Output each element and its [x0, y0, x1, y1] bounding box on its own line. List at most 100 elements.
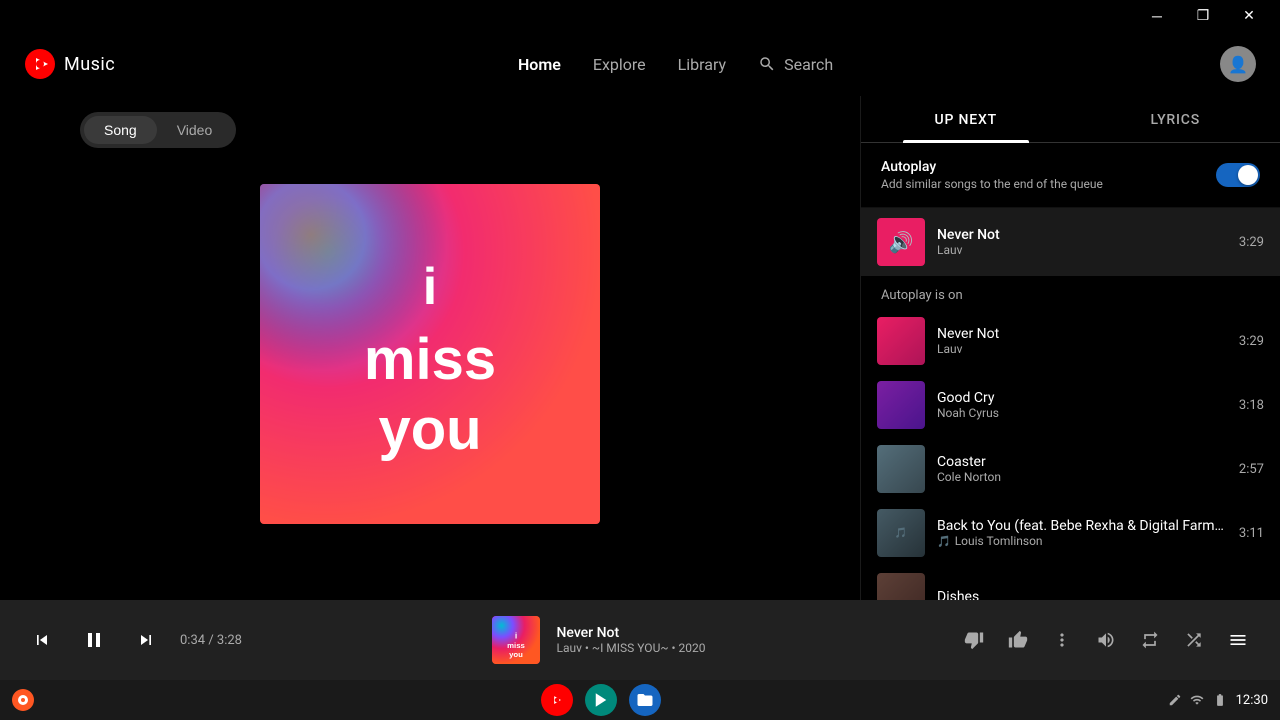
- right-tabs: UP NEXT LYRICS: [861, 96, 1280, 143]
- close-button[interactable]: ✕: [1226, 0, 1272, 32]
- wifi-icon: [1190, 693, 1204, 707]
- pen-icon: [1168, 693, 1182, 707]
- ytmusic-taskbar-icon: [548, 691, 566, 709]
- speaker-icon: 🔊: [889, 230, 914, 254]
- main-nav: Home Explore Library Search: [155, 55, 1196, 74]
- dislike-button[interactable]: [956, 622, 992, 658]
- song-video-toggle: Song Video: [80, 112, 236, 148]
- volume-button[interactable]: [1088, 622, 1124, 658]
- autoplay-info: Autoplay Add similar songs to the end of…: [881, 159, 1103, 191]
- now-playing-row: 🔊 Never Not Lauv 3:29: [861, 208, 1280, 276]
- queue-info-4: Back to You (feat. Bebe Rexha & Digital …: [937, 518, 1227, 548]
- like-button[interactable]: [1000, 622, 1036, 658]
- files-taskbar-icon: [636, 691, 654, 709]
- now-playing-duration: 3:29: [1239, 235, 1264, 250]
- taskbar: 12:30: [0, 680, 1280, 720]
- start-button[interactable]: [12, 689, 34, 711]
- maximize-button[interactable]: ❐: [1180, 0, 1226, 32]
- thumbs-down-icon: [964, 630, 984, 650]
- now-playing-artist: Lauv: [937, 243, 1227, 257]
- nav-home[interactable]: Home: [518, 55, 561, 74]
- previous-icon: [32, 630, 52, 650]
- pause-icon: [82, 628, 106, 652]
- taskbar-left: [12, 689, 34, 711]
- queue-title-4: Back to You (feat. Bebe Rexha & Digital …: [937, 518, 1227, 534]
- more-options-button[interactable]: [1044, 622, 1080, 658]
- queue-thumb-1: [877, 317, 925, 365]
- minimize-button[interactable]: ─: [1134, 0, 1180, 32]
- video-toggle-button[interactable]: Video: [157, 116, 233, 144]
- next-button[interactable]: [128, 622, 164, 658]
- repeat-button[interactable]: [1132, 622, 1168, 658]
- right-panel: UP NEXT LYRICS Autoplay Add similar song…: [860, 96, 1280, 640]
- left-panel: Song Video: [0, 96, 860, 640]
- shuffle-icon: [1184, 630, 1204, 650]
- queue-item-2[interactable]: Good Cry Noah Cyrus 3:18: [861, 373, 1280, 437]
- taskbar-files[interactable]: [629, 684, 661, 716]
- track-thumbnail: i miss you: [492, 616, 540, 664]
- time-separator: /: [208, 633, 217, 648]
- queue-thumb-2: [877, 381, 925, 429]
- nav-explore[interactable]: Explore: [593, 55, 646, 74]
- main-content: Song Video: [0, 96, 1280, 640]
- repeat-icon: [1140, 630, 1160, 650]
- previous-button[interactable]: [24, 622, 60, 658]
- queue-item-3[interactable]: Coaster Cole Norton 2:57: [861, 437, 1280, 501]
- taskbar-ytmusic[interactable]: [541, 684, 573, 716]
- taskbar-play[interactable]: [585, 684, 617, 716]
- clock: 12:30: [1236, 693, 1268, 708]
- youtube-music-logo-icon: [24, 48, 56, 80]
- album-art: i miss you: [260, 184, 600, 524]
- search-icon: [758, 55, 776, 73]
- titlebar: ─ ❐ ✕: [0, 0, 1280, 32]
- current-time: 0:34: [180, 633, 205, 648]
- autoplay-row: Autoplay Add similar songs to the end of…: [861, 143, 1280, 208]
- toggle-knob: [1238, 165, 1258, 185]
- pause-button[interactable]: [76, 622, 112, 658]
- queue-title-2: Good Cry: [937, 390, 1227, 406]
- queue-duration-2: 3:18: [1239, 398, 1264, 413]
- track-text: Never Not Lauv • ~I MISS YOU~ • 2020: [556, 625, 705, 655]
- more-vert-icon: [1052, 630, 1072, 650]
- header: Music Home Explore Library Search 👤: [0, 32, 1280, 96]
- nav-search[interactable]: Search: [758, 55, 833, 74]
- next-icon: [136, 630, 156, 650]
- tab-up-next[interactable]: UP NEXT: [861, 96, 1071, 142]
- queue-title-3: Coaster: [937, 454, 1227, 470]
- time-display: 0:34 / 3:28: [180, 633, 242, 648]
- queue-item-1[interactable]: Never Not Lauv 3:29: [861, 309, 1280, 373]
- track-thumb-image: i miss you: [492, 616, 540, 664]
- queue-icon: [1228, 630, 1248, 650]
- battery-icon: [1212, 693, 1228, 707]
- now-playing-title: Never Not: [937, 227, 1227, 243]
- logo[interactable]: Music: [24, 48, 115, 80]
- queue-artist-3: Cole Norton: [937, 470, 1227, 484]
- queue-artist-4: 🎵 Louis Tomlinson: [937, 534, 1227, 548]
- taskbar-center: [541, 684, 661, 716]
- circle-dot-icon: [17, 694, 29, 706]
- queue-info-1: Never Not Lauv: [937, 326, 1227, 356]
- nav-library[interactable]: Library: [678, 55, 726, 74]
- queue-thumb-3: [877, 445, 925, 493]
- avatar[interactable]: 👤: [1220, 46, 1256, 82]
- svg-text:miss: miss: [508, 641, 526, 650]
- play-taskbar-icon: [592, 691, 610, 709]
- player-controls: 0:34 / 3:28: [24, 622, 242, 658]
- queue-content: Autoplay Add similar songs to the end of…: [861, 143, 1280, 640]
- svg-text:i: i: [515, 631, 517, 641]
- shuffle-button[interactable]: [1176, 622, 1212, 658]
- queue-duration-1: 3:29: [1239, 334, 1264, 349]
- search-label: Search: [784, 55, 833, 74]
- player-actions: [956, 622, 1256, 658]
- svg-text:you: you: [510, 650, 524, 659]
- queue-item-4[interactable]: 🎵 Back to You (feat. Bebe Rexha & Digita…: [861, 501, 1280, 565]
- tab-lyrics[interactable]: LYRICS: [1071, 96, 1280, 142]
- track-info-bar: i miss you Never Not Lauv • ~I MISS YOU~…: [258, 616, 940, 664]
- autoplay-toggle[interactable]: [1216, 163, 1260, 187]
- queue-artist-1: Lauv: [937, 342, 1227, 356]
- queue-info-3: Coaster Cole Norton: [937, 454, 1227, 484]
- song-toggle-button[interactable]: Song: [84, 116, 157, 144]
- queue-info-2: Good Cry Noah Cyrus: [937, 390, 1227, 420]
- player-bar: 0:34 / 3:28 i miss you: [0, 600, 1280, 680]
- queue-button[interactable]: [1220, 622, 1256, 658]
